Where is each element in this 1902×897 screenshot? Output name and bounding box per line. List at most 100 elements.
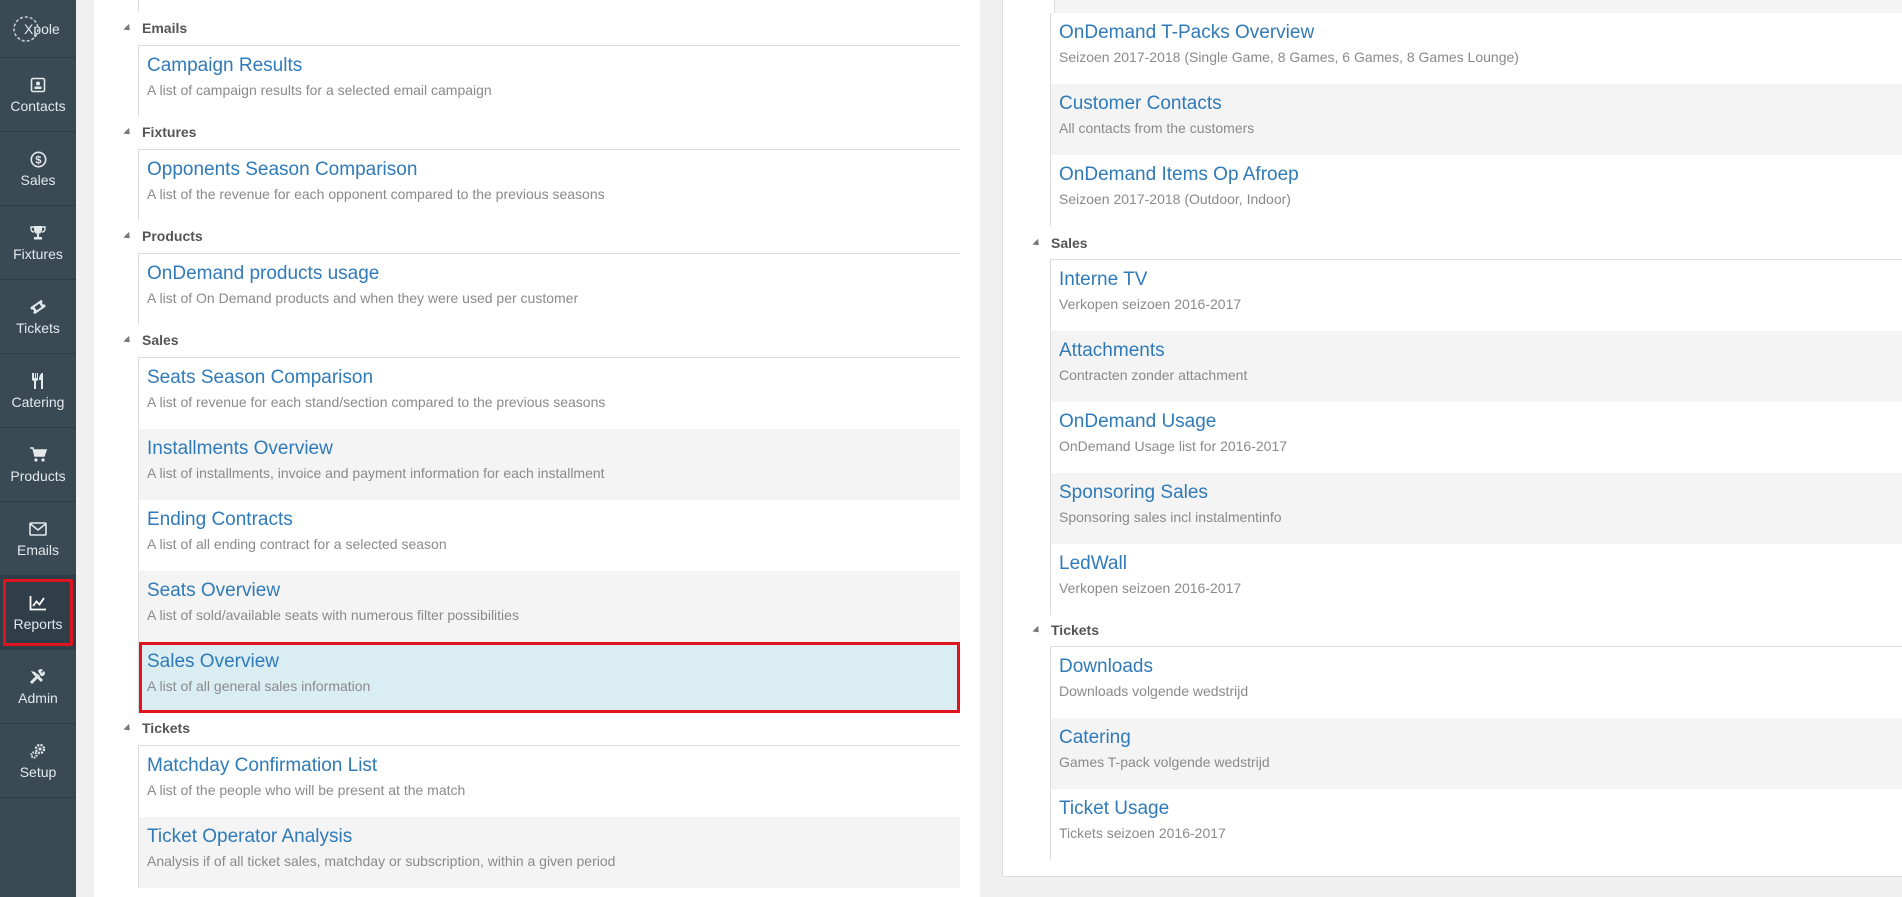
report-item[interactable]: Catering Games T-pack volgende wedstrijd <box>1051 718 1902 789</box>
report-description: A list of revenue for each stand/section… <box>147 394 606 410</box>
report-title[interactable]: OnDemand Usage <box>1059 410 1902 434</box>
report-description: Games T-pack volgende wedstrijd <box>1059 754 1270 770</box>
collapse-triangle-icon[interactable] <box>1032 625 1042 635</box>
nav-reports[interactable]: Reports <box>0 576 76 650</box>
report-item[interactable]: Attachments Contracten zonder attachment <box>1051 331 1902 402</box>
nav-label: Setup <box>19 764 57 780</box>
nav-contacts[interactable]: Contacts <box>0 58 76 132</box>
report-item[interactable]: Seats Overview A list of sold/available … <box>139 571 960 642</box>
nav-label: Catering <box>11 394 65 410</box>
report-title[interactable]: Sponsoring Sales <box>1059 481 1902 505</box>
section-list-fixtures: Opponents Season Comparison A list of th… <box>138 149 960 221</box>
nav-label: Tickets <box>16 320 60 336</box>
report-item[interactable]: OnDemand Items Op Afroep Seizoen 2017-20… <box>1051 155 1902 226</box>
report-item[interactable]: Campaign Results A list of campaign resu… <box>139 46 960 117</box>
nav-label: Emails <box>16 542 59 558</box>
nav-tickets[interactable]: Tickets <box>0 280 76 354</box>
report-description: Sponsoring sales incl instalmentinfo <box>1059 509 1282 525</box>
report-title[interactable]: Ending Contracts <box>147 508 952 532</box>
report-title[interactable]: Seats Overview <box>147 579 952 603</box>
nav-catering[interactable]: Catering <box>0 354 76 428</box>
report-item[interactable]: OnDemand Usage OnDemand Usage list for 2… <box>1051 402 1902 473</box>
nav-setup[interactable]: Setup <box>0 724 76 798</box>
report-item[interactable]: OnDemand products usage A list of On Dem… <box>139 254 960 325</box>
section-header-products[interactable]: Products <box>123 228 203 244</box>
report-item[interactable]: Customer Contacts All contacts from the … <box>1051 84 1902 155</box>
sidebar: Xpole Contacts $ Sales Fixtures Tickets … <box>0 0 76 897</box>
report-title[interactable]: Interne TV <box>1059 268 1902 292</box>
report-item[interactable]: Seats Season Comparison A list of revenu… <box>139 358 960 429</box>
section-header-tickets[interactable]: Tickets <box>123 720 190 736</box>
section-list-emails: Campaign Results A list of campaign resu… <box>138 45 960 117</box>
collapse-triangle-icon[interactable] <box>123 231 133 241</box>
report-title[interactable]: Downloads <box>1059 655 1902 679</box>
report-description: Analysis if of all ticket sales, matchda… <box>147 853 616 869</box>
section-header-sales-right[interactable]: Sales <box>1032 235 1088 251</box>
reports-column-right: OnDemand T-Packs Overview Seizoen 2017-2… <box>1002 0 1902 877</box>
section-list-tickets: Matchday Confirmation List A list of the… <box>138 745 960 888</box>
report-title[interactable]: Campaign Results <box>147 54 952 78</box>
report-title[interactable]: Ticket Usage <box>1059 797 1902 821</box>
report-description: Verkopen seizoen 2016-2017 <box>1059 296 1242 312</box>
section-header-tickets-right[interactable]: Tickets <box>1032 622 1099 638</box>
report-item[interactable]: Ticket Usage Tickets seizoen 2016-2017 <box>1051 789 1902 860</box>
svg-text:Xpole: Xpole <box>24 21 60 37</box>
nav-fixtures[interactable]: Fixtures <box>0 206 76 280</box>
report-description: A list of the people who will be present… <box>147 782 466 798</box>
report-item[interactable]: Sponsoring Sales Sponsoring sales incl i… <box>1051 473 1902 544</box>
svg-text:$: $ <box>35 154 41 166</box>
report-title[interactable]: OnDemand products usage <box>147 262 952 286</box>
report-title[interactable]: Customer Contacts <box>1059 92 1902 116</box>
section-list-sales-right: Interne TV Verkopen seizoen 2016-2017 At… <box>1050 259 1902 615</box>
report-item-selected[interactable]: Sales Overview A list of all general sal… <box>139 642 960 713</box>
gears-icon <box>28 741 48 761</box>
section-header-fixtures[interactable]: Fixtures <box>123 124 196 140</box>
report-description: A list of the revenue for each opponent … <box>147 186 605 202</box>
report-title[interactable]: OnDemand T-Packs Overview <box>1059 21 1902 45</box>
report-description: Contracten zonder attachment <box>1059 367 1248 383</box>
report-item[interactable]: LedWall Verkopen seizoen 2016-2017 <box>1051 544 1902 615</box>
report-description: A list of all general sales information <box>147 678 371 694</box>
report-item[interactable]: OnDemand T-Packs Overview Seizoen 2017-2… <box>1051 13 1902 84</box>
report-item[interactable]: Ticket Operator Analysis Analysis if of … <box>139 817 960 888</box>
report-title[interactable]: LedWall <box>1059 552 1902 576</box>
xpole-logo: Xpole <box>11 14 65 44</box>
report-item[interactable]: Interne TV Verkopen seizoen 2016-2017 <box>1051 260 1902 331</box>
report-description: A list of campaign results for a selecte… <box>147 82 492 98</box>
report-title[interactable]: Ticket Operator Analysis <box>147 825 952 849</box>
report-description: A list of all ending contract for a sele… <box>147 536 447 552</box>
report-description: A list of On Demand products and when th… <box>147 290 579 306</box>
report-title[interactable]: Sales Overview <box>147 650 952 674</box>
report-description: Seizoen 2017-2018 (Single Game, 8 Games,… <box>1059 49 1519 65</box>
ticket-icon <box>28 297 48 317</box>
contact-card-icon <box>28 75 48 95</box>
report-item[interactable]: Opponents Season Comparison A list of th… <box>139 150 960 221</box>
section-header-emails[interactable]: Emails <box>123 20 187 36</box>
report-description: Verkopen seizoen 2016-2017 <box>1059 580 1242 596</box>
report-title[interactable]: Catering <box>1059 726 1902 750</box>
collapse-triangle-icon[interactable] <box>123 127 133 137</box>
collapse-triangle-icon[interactable] <box>123 23 133 33</box>
report-title[interactable]: Installments Overview <box>147 437 952 461</box>
report-title[interactable]: OnDemand Items Op Afroep <box>1059 163 1902 187</box>
nav-sales[interactable]: $ Sales <box>0 132 76 206</box>
chart-icon <box>28 593 48 613</box>
collapse-triangle-icon[interactable] <box>1032 238 1042 248</box>
dollar-icon: $ <box>28 149 48 169</box>
report-item[interactable]: Ending Contracts A list of all ending co… <box>139 500 960 571</box>
collapse-triangle-icon[interactable] <box>123 723 133 733</box>
report-title[interactable]: Matchday Confirmation List <box>147 754 952 778</box>
report-item[interactable]: Matchday Confirmation List A list of the… <box>139 746 960 817</box>
section-header-sales[interactable]: Sales <box>123 332 179 348</box>
report-title[interactable]: Opponents Season Comparison <box>147 158 952 182</box>
nav-products[interactable]: Products <box>0 428 76 502</box>
report-item[interactable]: Downloads Downloads volgende wedstrijd <box>1051 647 1902 718</box>
nav-admin[interactable]: Admin <box>0 650 76 724</box>
app-logo[interactable]: Xpole <box>0 0 76 58</box>
report-title[interactable]: Attachments <box>1059 339 1902 363</box>
nav-emails[interactable]: Emails <box>0 502 76 576</box>
nav-label: Products <box>10 468 66 484</box>
report-item[interactable]: Installments Overview A list of installm… <box>139 429 960 500</box>
report-title[interactable]: Seats Season Comparison <box>147 366 952 390</box>
collapse-triangle-icon[interactable] <box>123 335 133 345</box>
